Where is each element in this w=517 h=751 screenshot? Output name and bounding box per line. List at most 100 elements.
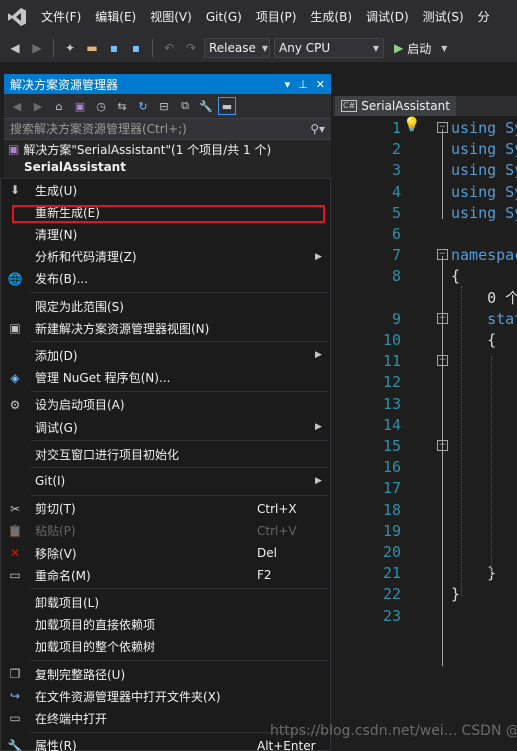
context-menu-item[interactable]: 🌐 发布(B)... [1,268,330,290]
menu-item[interactable]: 项目(P) [249,0,304,34]
home-icon[interactable]: ⌂ [50,97,68,115]
save-icon[interactable]: ▪ [105,39,123,57]
code-text: { [451,267,461,286]
code-line: 8{ [333,266,517,287]
context-menu-item[interactable]: ⚙ 设为启动项目(A) [1,394,330,416]
pending-changes-icon[interactable]: ◷ [92,97,110,115]
show-all-files-icon[interactable]: ⧉ [176,97,194,115]
context-menu-item[interactable]: 清理(N) [1,223,330,245]
code-text: using Sy [451,119,517,137]
menu-item[interactable]: 测试(S) [416,0,471,34]
context-menu-item[interactable]: ◈ 管理 NuGet 程序包(N)... [1,367,330,389]
forward-icon[interactable]: ▶ [28,39,46,57]
preview-icon[interactable]: ▬ [218,97,236,115]
menu-separator [31,588,328,590]
context-menu-item[interactable]: 调试(G) ▶ [1,416,330,438]
code-line: 21 } [333,563,517,584]
tab-serialassistant[interactable]: C# SerialAssistant [335,96,456,116]
visual-studio-logo-icon[interactable] [0,0,34,34]
menu-item[interactable]: 分 [471,0,497,34]
menu-item[interactable]: 视图(V) [143,0,199,34]
code-text: using Sy [451,161,517,180]
start-button[interactable]: ▶ 启动 ▼ [394,40,447,57]
watermark: https://blog.csdn.net/wei... CSDN @黄昏和星空 [270,723,517,739]
context-menu-item[interactable]: ▣ 新建解决方案资源管理器视图(N) [1,317,330,339]
menu-item[interactable]: 文件(F) [34,0,88,34]
solution-explorer-search[interactable]: ⚲▾ [4,118,331,140]
code-line: 20 [333,542,517,563]
context-menu-item[interactable]: 卸载项目(L) [1,591,330,613]
pin-icon[interactable]: ⊥ [298,78,308,91]
context-menu-item[interactable]: Git(I) ▶ [1,470,330,492]
line-number: 16 [382,458,401,477]
solution-row[interactable]: ▣ 解决方案"SerialAssistant"(1 个项目/共 1 个) [4,140,331,158]
context-menu-item[interactable]: 加载项目的直接依赖项 [1,614,330,636]
undo-icon[interactable]: ↶ [160,39,178,57]
new-project-icon[interactable]: ✦ [61,39,79,57]
code-text: namespac [451,246,517,265]
context-menu-item[interactable]: 对交互窗口进行项目初始化 [1,443,330,465]
context-menu-item[interactable]: ❐ 复制完整路径(U) [1,663,330,685]
platform-dropdown[interactable]: Any CPU ▼ [274,38,384,58]
solution-icon: ▣ [8,142,20,156]
context-menu-item[interactable]: 限定为此范围(S) [1,295,330,317]
line-number: 4 [391,182,401,201]
context-menu-item[interactable]: ▭ 重命名(M) F2 [1,564,330,586]
code-text: } [451,564,497,583]
context-menu-label: 限定为此范围(S) [35,299,124,314]
code-line: 17 [333,478,517,499]
code-line: 0 个 [333,288,517,309]
configuration-dropdown[interactable]: Release ▼ [204,38,270,58]
context-menu-item[interactable]: ✂ 剪切(T) Ctrl+X [1,498,330,520]
back-icon[interactable]: ◀ [8,97,26,115]
code-line: 4 using Sy [333,182,517,203]
code-text: { [451,331,497,349]
context-menu-item[interactable]: ✕ 移除(V) Del [1,542,330,564]
menu-item[interactable]: 调试(D) [359,0,416,34]
context-menu-label: 在文件资源管理器中打开文件夹(X) [35,689,221,704]
menu-separator [31,494,328,496]
project-row[interactable]: SerialAssistant [4,158,331,176]
switch-views-icon[interactable]: ▣ [71,97,89,115]
code-line: 12 [333,372,517,393]
line-number: 23 [382,606,401,625]
menu-separator [31,467,328,469]
save-all-icon[interactable]: ▪ [127,39,145,57]
code-text: using Sy [451,203,517,222]
context-menu-item[interactable]: ↪ 在文件资源管理器中打开文件夹(X) [1,685,330,707]
copy-icon: ❐ [9,667,21,681]
sync-icon[interactable]: ⇆ [113,97,131,115]
cut-icon: ✂ [9,501,21,516]
code-text: using Sy [451,140,517,159]
chevron-down-icon: ▼ [261,43,269,53]
code-line: 7 namespac − [333,245,517,266]
forward-icon[interactable]: ▶ [29,97,47,115]
context-menu-item[interactable]: ⬇ 生成(U) [1,179,330,201]
redo-icon[interactable]: ↷ [182,39,200,57]
refresh-icon[interactable]: ↻ [134,97,152,115]
menu-item[interactable]: 生成(B) [303,0,359,34]
menu-item[interactable]: Git(G) [199,0,249,34]
back-icon[interactable]: ◀ [6,39,24,57]
search-input[interactable] [10,122,290,136]
menu-item[interactable]: 编辑(E) [88,0,143,34]
context-menu-label: 卸载项目(L) [35,595,100,610]
search-icon[interactable]: ⚲▾ [310,122,325,136]
remove-icon: ✕ [9,546,21,560]
submenu-arrow-icon: ▶ [315,422,322,432]
submenu-arrow-icon: ▶ [315,251,322,262]
project-label: SerialAssistant [24,160,126,174]
context-menu-item[interactable]: 添加(D) ▶ [1,344,330,366]
open-folder-icon[interactable]: ▬ [83,39,101,57]
context-menu-label: 粘贴(P) [35,524,76,539]
menu-separator [31,440,328,442]
properties-icon[interactable]: 🔧 [197,97,215,115]
window-menu-icon[interactable]: ▾ [285,78,291,91]
collapse-all-icon[interactable]: ⊟ [155,97,173,115]
code-editor[interactable]: 💡 1 using Sy −2 using Sy 3 using Sy 4 using Sy 5… [333,116,517,751]
context-menu-item[interactable]: 分析和代码清理(Z) ▶ [1,246,330,268]
play-icon: ▶ [394,41,404,55]
line-number: 9 [391,309,401,328]
close-icon[interactable]: ✕ [316,78,325,91]
context-menu-item[interactable]: 加载项目的整个依赖树 [1,636,330,658]
